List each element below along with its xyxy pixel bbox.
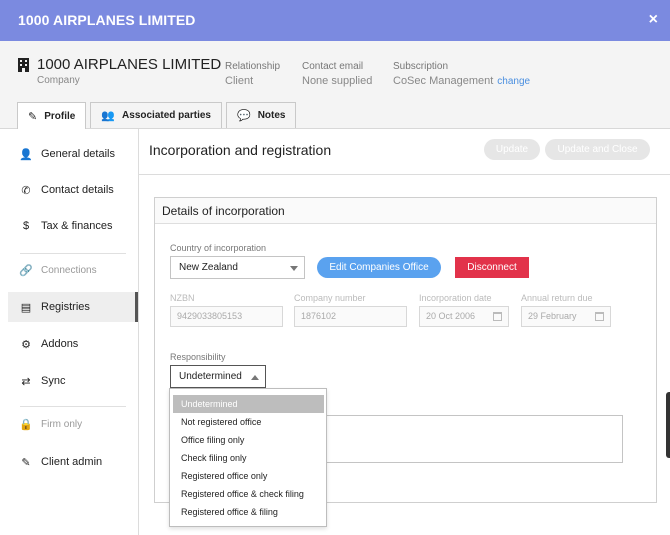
building-icon [18, 57, 29, 72]
company-type: Company [37, 75, 80, 86]
profile-tabs: ✎ Profile 👥 Associated parties 💬 Notes [17, 102, 300, 129]
divider [139, 174, 670, 175]
sidebar-divider [20, 406, 126, 407]
scroll-handle[interactable] [666, 392, 670, 458]
panel-title: Details of incorporation [155, 198, 656, 224]
dropdown-option[interactable]: Registered office only [173, 467, 324, 485]
incorporation-date-field[interactable]: 20 Oct 2006 [419, 306, 509, 327]
subscription-change-link[interactable]: change [497, 76, 530, 87]
annual-return-field[interactable]: 29 February [521, 306, 611, 327]
calendar-icon [493, 312, 502, 321]
sidebar-item-client-admin[interactable]: ✎ Client admin [8, 447, 138, 477]
responsibility-select[interactable]: Undetermined [170, 365, 266, 388]
tab-label: Associated parties [122, 110, 211, 121]
chevron-up-icon [251, 375, 259, 380]
annual-return-value: 29 February [528, 311, 577, 321]
sidebar-divider [20, 253, 126, 254]
hand-coin-icon: $ [22, 220, 30, 232]
contact-email-label: Contact email [302, 61, 364, 72]
responsibility-label: Responsibility [170, 352, 226, 362]
page-title: Incorporation and registration [149, 142, 332, 158]
subscription-block: Subscription CoSec Management change [393, 61, 530, 87]
company-name: 1000 AIRPLANES LIMITED [18, 56, 221, 73]
close-icon[interactable]: × [649, 11, 658, 29]
dropdown-option[interactable]: Registered office & filing [173, 503, 324, 521]
tab-label: Profile [44, 110, 76, 122]
calendar-icon [595, 312, 604, 321]
nzbn-label: NZBN [170, 293, 195, 303]
tab-associated-parties[interactable]: 👥 Associated parties [90, 102, 222, 128]
lock-icon: 🔒 [19, 418, 33, 431]
registry-icon: ▤ [20, 301, 32, 314]
modal-title: 1000 AIRPLANES LIMITED [18, 12, 196, 28]
sidebar-section-connections: 🔗 Connections [8, 255, 138, 285]
edit-icon: ✎ [21, 456, 31, 469]
sidebar-item-label: Tax & finances [41, 220, 113, 232]
annual-return-label: Annual return due [521, 293, 593, 303]
relationship-block: Relationship Client [225, 61, 280, 87]
chevron-down-icon [290, 266, 298, 271]
company-number-field[interactable]: 1876102 [294, 306, 407, 327]
sidebar-item-label: Connections [41, 264, 97, 276]
users-icon: 👥 [101, 110, 116, 122]
sidebar-item-label: General details [41, 148, 115, 160]
sidebar-item-label: Registries [41, 301, 90, 313]
dropdown-option[interactable]: Registered office & check filing [173, 485, 324, 503]
client-header: 1000 AIRPLANES LIMITED Company Relations… [0, 41, 670, 129]
responsibility-dropdown: Undetermined Not registered office Offic… [169, 388, 327, 527]
tab-notes[interactable]: 💬 Notes [225, 102, 297, 128]
responsibility-select-value: Undetermined [179, 371, 242, 382]
update-and-close-button[interactable]: Update and Close [545, 139, 650, 160]
dropdown-option[interactable]: Check filing only [173, 449, 324, 467]
country-select[interactable]: New Zealand [170, 256, 305, 279]
comments-icon: 💬 [236, 110, 251, 122]
company-number-label: Company number [294, 293, 366, 303]
disconnect-button[interactable]: Disconnect [455, 257, 529, 278]
tab-profile[interactable]: ✎ Profile [17, 102, 87, 129]
dropdown-option[interactable]: Not registered office [173, 413, 324, 431]
company-name-text: 1000 AIRPLANES LIMITED [37, 56, 222, 73]
subscription-label: Subscription [393, 61, 449, 72]
tab-label: Notes [257, 110, 286, 121]
sidebar-item-label: Client admin [41, 456, 103, 468]
sidebar-item-label: Addons [41, 338, 79, 350]
dropdown-option[interactable]: Undetermined [173, 395, 324, 413]
sidebar-item-general-details[interactable]: 👤 General details [8, 139, 138, 169]
cog-icon: ⚙ [21, 338, 31, 351]
link-icon: 🔗 [19, 264, 33, 277]
sidebar-item-label: Firm only [41, 418, 83, 430]
phone-icon: ✆ [21, 184, 31, 197]
relationship-value: Client [225, 75, 254, 87]
sidebar-item-label: Sync [41, 375, 66, 387]
subscription-value: CoSec Management [393, 75, 494, 87]
edit-companies-office-button[interactable]: Edit Companies Office [317, 257, 441, 278]
contact-email-value: None supplied [302, 75, 373, 87]
incorporation-date-label: Incorporation date [419, 293, 492, 303]
contact-email-block: Contact email None supplied [302, 61, 372, 87]
incorporation-date-value: 20 Oct 2006 [426, 311, 476, 321]
notes-textarea[interactable] [320, 415, 623, 463]
modal-titlebar: 1000 AIRPLANES LIMITED × [0, 0, 670, 41]
edit-icon: ✎ [28, 110, 38, 123]
sidebar-item-sync[interactable]: ⇄ Sync [8, 366, 138, 396]
sidebar-item-tax-finances[interactable]: $ Tax & finances [8, 211, 138, 241]
country-select-value: New Zealand [179, 262, 238, 273]
sidebar-item-addons[interactable]: ⚙ Addons [8, 329, 138, 359]
dropdown-option[interactable]: Office filing only [173, 431, 324, 449]
subscription-value-row: CoSec Management change [393, 75, 530, 87]
sidebar: 👤 General details ✆ Contact details $ Ta… [0, 129, 139, 535]
nzbn-field[interactable]: 9429033805153 [170, 306, 283, 327]
sync-arrows-icon: ⇄ [21, 375, 31, 388]
sidebar-item-registries[interactable]: ▤ Registries [8, 292, 138, 322]
sidebar-item-label: Contact details [41, 184, 114, 196]
sidebar-section-firm-only: 🔒 Firm only [8, 409, 138, 439]
sidebar-item-contact-details[interactable]: ✆ Contact details [8, 175, 138, 205]
relationship-label: Relationship [225, 61, 281, 72]
country-label: Country of incorporation [170, 243, 267, 253]
update-button[interactable]: Update [484, 139, 540, 160]
user-icon: 👤 [19, 148, 33, 161]
